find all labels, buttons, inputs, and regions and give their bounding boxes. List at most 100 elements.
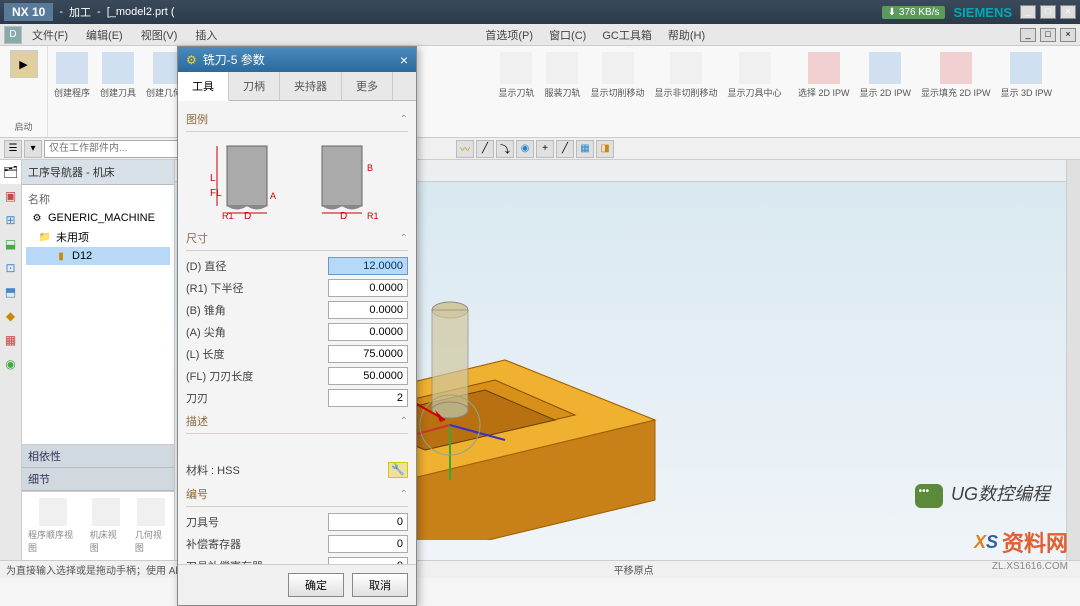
dim-label: (FL) 刀刃长度 (186, 368, 328, 384)
app-name: NX 10 (4, 3, 53, 21)
dialog-titlebar[interactable]: ⚙ 铣刀-5 参数 × (178, 47, 416, 72)
tab-5[interactable]: ⊡ (0, 256, 21, 280)
dim-label: (D) 直径 (186, 258, 328, 274)
num-input-0[interactable] (328, 513, 408, 531)
plus-tool-icon[interactable]: + (536, 140, 554, 158)
box-tool-icon[interactable]: ▦ (576, 140, 594, 158)
operation-tree[interactable]: 名称 ⚙GENERIC_MACHINE 📁未用项 ▮D12 (22, 185, 174, 444)
navigator-tab[interactable]: 🗂 (0, 160, 21, 184)
num-row: 刀具补偿寄存器 (186, 555, 408, 564)
start-button[interactable]: ▶ (10, 50, 38, 78)
ok-button[interactable]: 确定 (288, 573, 344, 597)
number-section[interactable]: 编号 (186, 482, 408, 507)
start-label: 启动 (14, 120, 32, 133)
right-sidebar[interactable] (1066, 160, 1080, 560)
cube-tool-icon[interactable]: ◨ (596, 140, 614, 158)
legend-section[interactable]: 图例 (186, 107, 408, 132)
num-input-2[interactable] (328, 557, 408, 564)
geometry-view-button[interactable]: 几何视图 (135, 498, 168, 554)
show-3d-ipw-button[interactable]: 显示 3D IPW (999, 50, 1055, 101)
dim-row: (FL) 刀刃长度 (186, 365, 408, 387)
material-edit-button[interactable]: 🔧 (388, 462, 408, 478)
machine-view-button[interactable]: 机床视图 (90, 498, 123, 554)
select-2d-ipw-button[interactable]: 选择 2D IPW (796, 50, 852, 101)
num-input-1[interactable] (328, 535, 408, 553)
tree-root[interactable]: ⚙GENERIC_MACHINE (26, 209, 170, 227)
dim-input-3[interactable] (328, 323, 408, 341)
dim-label: (A) 尖角 (186, 324, 328, 340)
tab-holder[interactable]: 夹持器 (280, 72, 342, 100)
show-toolpath-button[interactable]: 显示刀轨 (496, 50, 536, 101)
create-tool-button[interactable]: 创建刀具 (98, 50, 138, 101)
tab-shank[interactable]: 刀柄 (229, 72, 280, 100)
curve-tool-icon[interactable]: 〰 (456, 140, 474, 158)
dim-row: 刀刃 (186, 387, 408, 409)
menu-file[interactable]: 文件(F) (24, 25, 76, 45)
dim-label: (B) 锥角 (186, 302, 328, 318)
dim-input-6[interactable] (328, 389, 408, 407)
show-fill-2d-ipw-button[interactable]: 显示填充 2D IPW (919, 50, 993, 101)
svg-text:R1: R1 (367, 211, 379, 221)
svg-text:L: L (210, 173, 216, 184)
nx-icon[interactable]: D (4, 26, 22, 44)
menu-icon[interactable]: ☰ (4, 140, 22, 158)
dim-row: (D) 直径 (186, 255, 408, 277)
menu-gctoolbox[interactable]: GC工具箱 (594, 25, 660, 45)
show-noncut-button[interactable]: 显示非切削移动 (653, 50, 720, 101)
cancel-button[interactable]: 取消 (352, 573, 408, 597)
dialog-close-button[interactable]: × (400, 52, 408, 68)
close-button[interactable]: × (1060, 5, 1076, 19)
dim-input-0[interactable] (328, 257, 408, 275)
create-program-button[interactable]: 创建程序 (52, 50, 92, 101)
watermark-ug: UG数控编程 (915, 480, 1051, 508)
replay-toolpath-button[interactable]: 服装刀轨 (542, 50, 582, 101)
menu-edit[interactable]: 编辑(E) (78, 25, 131, 45)
menu-prefs[interactable]: 首选项(P) (477, 25, 541, 45)
minimize-button[interactable]: _ (1020, 5, 1036, 19)
slash-tool-icon[interactable]: ╱ (556, 140, 574, 158)
tool-icon (102, 52, 134, 84)
show-2d-ipw-button[interactable]: 显示 2D IPW (857, 50, 913, 101)
tab-2[interactable]: ▣ (0, 184, 21, 208)
dim-input-2[interactable] (328, 301, 408, 319)
context-label: 加工 (69, 4, 91, 20)
dim-input-4[interactable] (328, 345, 408, 363)
arc-tool-icon[interactable]: ⤵ (496, 140, 514, 158)
tab-7[interactable]: ◆ (0, 304, 21, 328)
tab-8[interactable]: ▦ (0, 328, 21, 352)
dialog-buttons: 确定 取消 (178, 564, 416, 605)
menu-help[interactable]: 帮助(H) (660, 25, 713, 45)
tab-3[interactable]: ⊞ (0, 208, 21, 232)
dim-label: (R1) 下半径 (186, 280, 328, 296)
filter-icon[interactable]: ▾ (24, 140, 42, 158)
menu-window[interactable]: 窗口(C) (541, 25, 594, 45)
tree-unused[interactable]: 📁未用项 (26, 227, 170, 247)
filter-input[interactable] (44, 140, 184, 158)
program-view-button[interactable]: 程序顺序视图 (28, 498, 78, 554)
svg-text:FL: FL (210, 188, 222, 199)
tab-4[interactable]: ⬓ (0, 232, 21, 256)
program-view-icon (39, 498, 67, 526)
dimension-section[interactable]: 尺寸 (186, 226, 408, 251)
show-cut-button[interactable]: 显示切削移动 (589, 50, 647, 101)
doc-close-button[interactable]: × (1060, 28, 1076, 42)
view-switcher: 程序顺序视图 机床视图 几何视图 (22, 491, 174, 560)
menu-view[interactable]: 视图(V) (133, 25, 186, 45)
tab-6[interactable]: ⬒ (0, 280, 21, 304)
target-tool-icon[interactable]: ◉ (516, 140, 534, 158)
tab-more[interactable]: 更多 (342, 72, 393, 100)
description-section[interactable]: 描述 (186, 409, 408, 434)
menu-insert[interactable]: 插入 (187, 25, 225, 45)
dim-input-5[interactable] (328, 367, 408, 385)
line-tool-icon[interactable]: ╱ (476, 140, 494, 158)
tab-9[interactable]: ◉ (0, 352, 21, 376)
doc-minimize-button[interactable]: _ (1020, 28, 1036, 42)
detail-section[interactable]: 细节 (22, 468, 174, 491)
maximize-button[interactable]: □ (1040, 5, 1056, 19)
dim-input-1[interactable] (328, 279, 408, 297)
dependency-section[interactable]: 相依性 (22, 445, 174, 468)
doc-maximize-button[interactable]: □ (1040, 28, 1056, 42)
tab-tool[interactable]: 工具 (178, 72, 229, 101)
replay-icon (546, 52, 578, 84)
tree-item-d12[interactable]: ▮D12 (26, 247, 170, 265)
